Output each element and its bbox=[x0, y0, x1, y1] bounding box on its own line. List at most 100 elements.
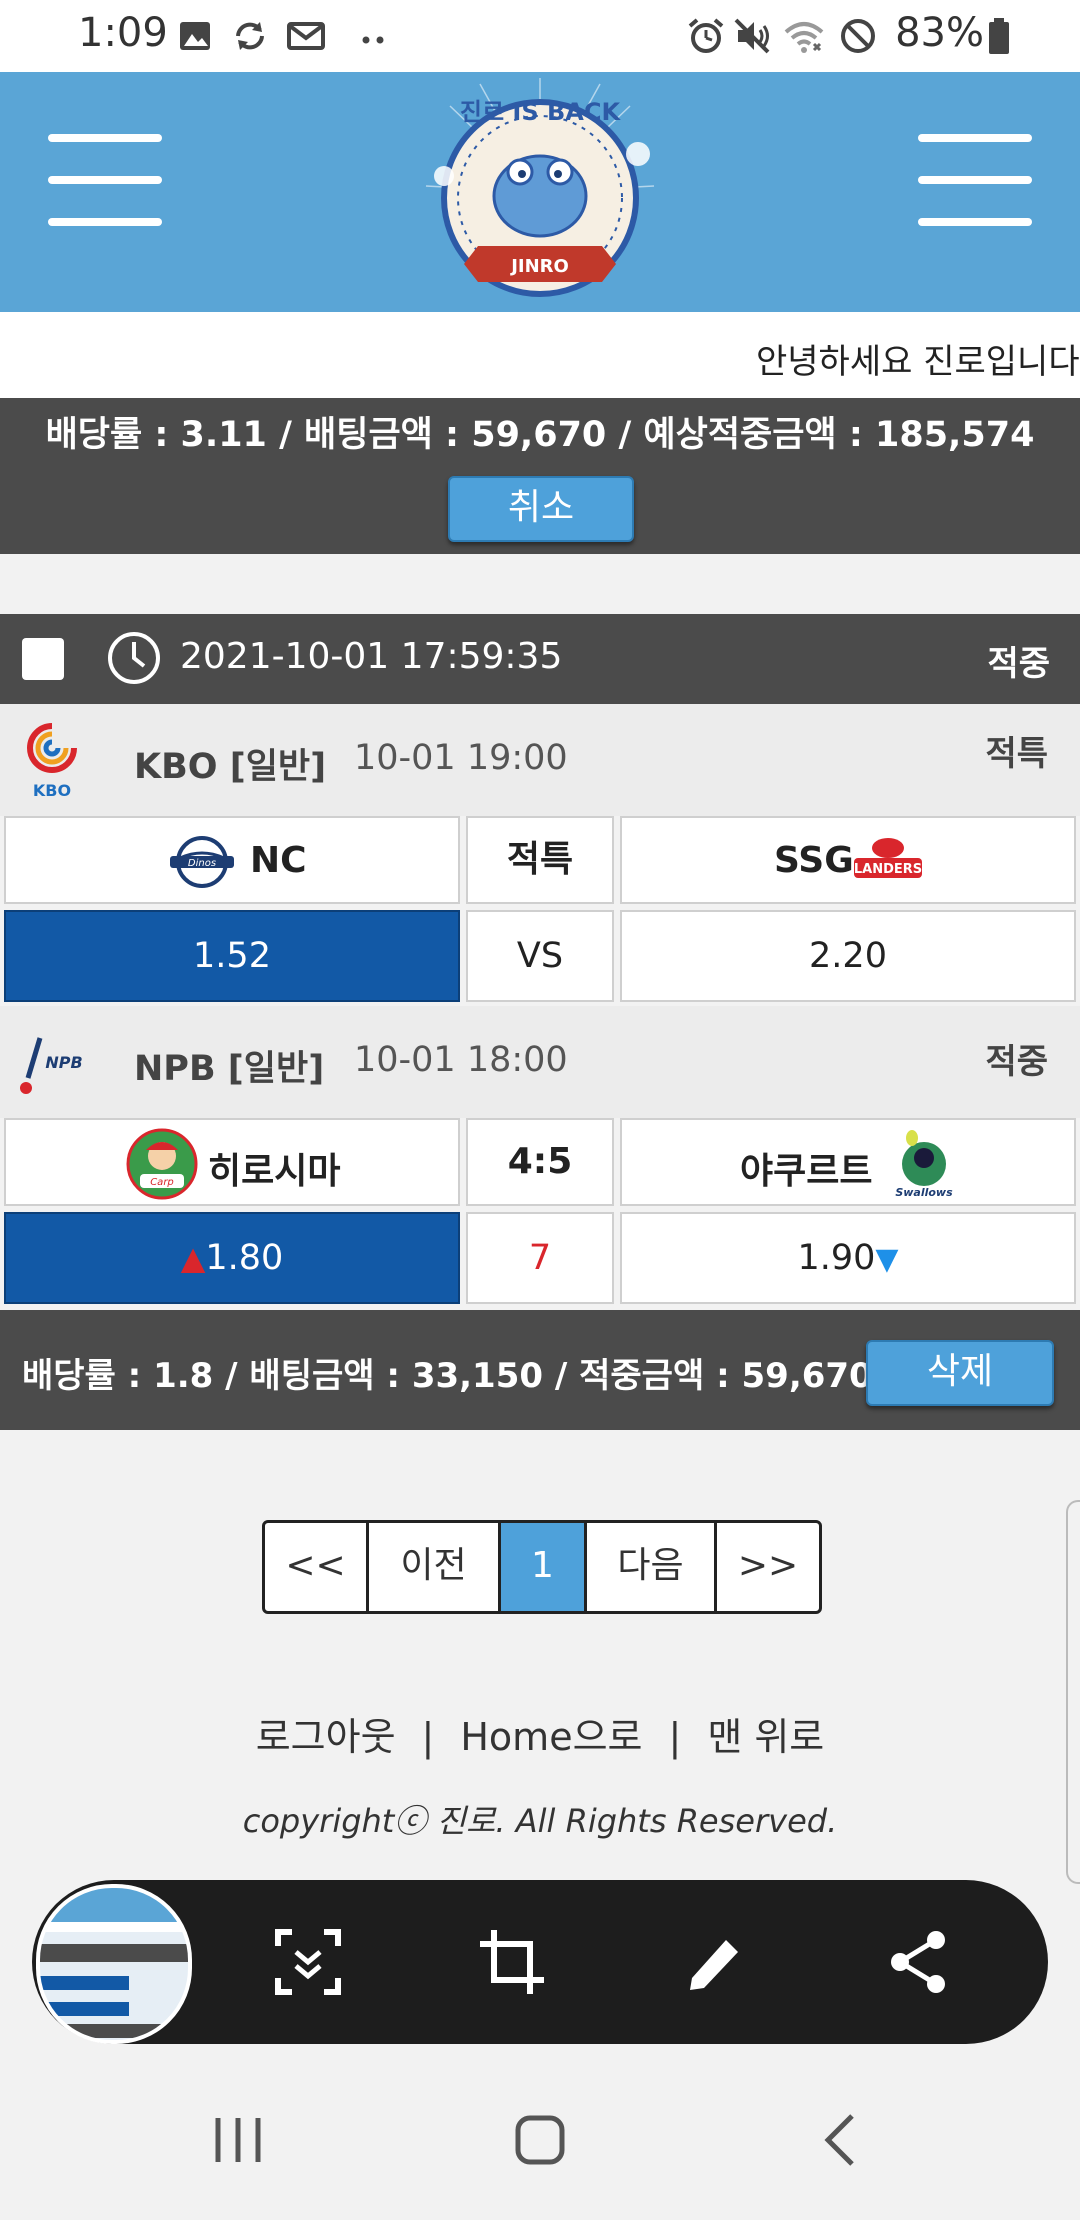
current-page[interactable]: 1 bbox=[501, 1523, 587, 1611]
home-link[interactable]: Home으로 bbox=[460, 1715, 642, 1759]
league-name: KBO [일반] bbox=[134, 747, 327, 787]
svg-text:Carp: Carp bbox=[150, 1177, 174, 1188]
footer-links: 로그아웃 | Home으로 | 맨 위로 bbox=[0, 1706, 1080, 1761]
away-odds-button[interactable]: 1.90▼ bbox=[620, 1212, 1076, 1304]
home-team-name: NC bbox=[250, 840, 307, 881]
game-center-label: 적특 bbox=[506, 839, 574, 880]
home-team-name: 히로시마 bbox=[208, 1151, 341, 1192]
battery-icon bbox=[989, 18, 1009, 54]
home-odds: 1.52 bbox=[193, 936, 271, 976]
bet-header: 2021-10-01 17:59:35 적중 bbox=[0, 614, 1080, 704]
last-page-button[interactable]: >> bbox=[717, 1523, 819, 1611]
away-odds: 2.20 bbox=[809, 936, 887, 976]
away-team-cell: SSG LANDERS bbox=[620, 816, 1076, 904]
home-odds-button[interactable]: ▲1.80 bbox=[4, 1212, 460, 1304]
away-odds-wrap: 1.90▼ bbox=[622, 1214, 1074, 1308]
home-icon[interactable] bbox=[510, 2110, 570, 2170]
away-odds-button[interactable]: 2.20 bbox=[620, 910, 1076, 1002]
svg-text:Swallows: Swallows bbox=[895, 1186, 953, 1199]
left-menu-button[interactable] bbox=[48, 134, 162, 234]
sync-icon bbox=[236, 22, 264, 50]
first-page-button[interactable]: << bbox=[265, 1523, 369, 1611]
copyright: copyrightⓒ 진로. All Rights Reserved. bbox=[242, 1802, 838, 1840]
pagination: << 이전 1 다음 >> bbox=[262, 1520, 822, 1614]
odds-down-arrow-icon: ▼ bbox=[875, 1242, 899, 1277]
home-odds: 1.80 bbox=[205, 1238, 284, 1278]
top-link[interactable]: 맨 위로 bbox=[707, 1715, 824, 1759]
edit-pen-icon[interactable] bbox=[680, 1926, 752, 1998]
logo-text-top: 진로 IS BACK bbox=[460, 98, 622, 126]
odds-up-arrow-icon: ▲ bbox=[180, 1239, 206, 1277]
share-icon[interactable] bbox=[882, 1926, 954, 1998]
notice-marquee: 안녕하세요 진로입니다 bbox=[0, 312, 1080, 398]
vs-cell: VS bbox=[466, 910, 614, 1002]
site-header: 진로 IS BACK JINRO bbox=[0, 72, 1080, 312]
league-row: NPB NPB [일반] 10-01 18:00 적중 bbox=[0, 1006, 1080, 1118]
footer-separator: | bbox=[668, 1715, 682, 1759]
right-menu-button[interactable] bbox=[918, 134, 1032, 234]
screenshot-thumbnail[interactable] bbox=[36, 1884, 192, 2044]
bet-status: 적중 bbox=[987, 644, 1050, 684]
screenshot-toolbar bbox=[32, 1880, 1048, 2044]
game-time: 10-01 18:00 bbox=[354, 1040, 568, 1080]
cancel-button[interactable]: 취소 bbox=[448, 476, 634, 542]
league-row: KBO KBO [일반] 10-01 19:00 적특 bbox=[0, 704, 1080, 816]
android-nav-bar bbox=[0, 2050, 1080, 2220]
recent-apps-icon[interactable] bbox=[208, 2110, 268, 2170]
marquee-text: 안녕하세요 진로입니다 bbox=[756, 342, 1080, 382]
home-team-cell: Carp 히로시마 bbox=[4, 1118, 460, 1206]
bet-footer-text: 배당률 : 1.8 / 배팅금액 : 33,150 / 적중금액 : 59,67… bbox=[22, 1356, 873, 1396]
next-page-button[interactable]: 다음 bbox=[587, 1523, 717, 1611]
npb-logo-text: NPB bbox=[45, 1053, 82, 1072]
mail-icon bbox=[287, 22, 325, 50]
jinro-logo[interactable]: 진로 IS BACK JINRO bbox=[420, 76, 660, 308]
bet-datetime: 2021-10-01 17:59:35 bbox=[180, 636, 563, 677]
status-time: 1:09 bbox=[78, 10, 168, 56]
prev-page-button[interactable]: 이전 bbox=[369, 1523, 501, 1611]
game-score: 4:5 bbox=[507, 1141, 573, 1182]
home-odds-wrap: ▲1.80 bbox=[6, 1214, 458, 1308]
prev-bet-summary-text: 배당률 : 3.11 / 배팅금액 : 59,670 / 예상적중금액 : 18… bbox=[45, 415, 1035, 455]
score-cell: 4:5 bbox=[466, 1118, 614, 1206]
status-bar: 1:09 83% bbox=[0, 0, 1080, 72]
draw-odds-cell: 7 bbox=[466, 1212, 614, 1304]
kbo-logo-text: KBO bbox=[33, 781, 71, 800]
away-team-name: 야쿠르트 bbox=[740, 1151, 873, 1192]
game-result: 적특 bbox=[985, 734, 1048, 774]
edge-panel-handle[interactable] bbox=[1066, 1500, 1080, 1884]
more-dots-icon bbox=[362, 36, 384, 44]
vs-label: VS bbox=[516, 936, 564, 976]
npb-logo-icon: NPB bbox=[20, 1037, 83, 1094]
game-result: 적중 bbox=[985, 1042, 1048, 1082]
footer-separator: | bbox=[421, 1715, 435, 1759]
prev-bet-summary: 배당률 : 3.11 / 배팅금액 : 59,670 / 예상적중금액 : 18… bbox=[0, 398, 1080, 554]
bet-footer: 배당률 : 1.8 / 배팅금액 : 33,150 / 적중금액 : 59,67… bbox=[0, 1310, 1080, 1430]
hiroshima-carp-logo-icon: Carp bbox=[126, 1128, 198, 1200]
svg-text:Dinos: Dinos bbox=[188, 858, 216, 869]
logout-link[interactable]: 로그아웃 bbox=[256, 1715, 396, 1759]
game-time: 10-01 19:00 bbox=[354, 738, 568, 778]
away-odds: 1.90 bbox=[797, 1238, 876, 1278]
wifi-icon bbox=[784, 22, 824, 53]
delete-button[interactable]: 삭제 bbox=[866, 1340, 1054, 1406]
draw-odds: 7 bbox=[528, 1238, 552, 1278]
bet-select-checkbox[interactable] bbox=[22, 638, 64, 680]
clock-icon bbox=[108, 632, 160, 684]
league-name: NPB [일반] bbox=[134, 1049, 325, 1089]
battery-percent: 83% bbox=[895, 10, 984, 56]
home-odds-button[interactable]: 1.52 bbox=[4, 910, 460, 1002]
crop-icon[interactable] bbox=[476, 1926, 548, 1998]
mute-icon bbox=[734, 18, 770, 54]
svg-text:LANDERS: LANDERS bbox=[854, 862, 922, 877]
ssg-landers-logo-icon: LANDERS bbox=[854, 838, 922, 878]
back-icon[interactable] bbox=[812, 2110, 872, 2170]
blocked-icon bbox=[841, 19, 875, 53]
yakult-swallows-logo-icon: Swallows bbox=[895, 1130, 953, 1199]
alarm-icon bbox=[688, 18, 724, 53]
image-icon bbox=[180, 22, 210, 50]
kbo-logo-icon: KBO bbox=[27, 723, 77, 800]
away-team-cell: 야쿠르트 Swallows bbox=[620, 1118, 1076, 1206]
scroll-capture-icon[interactable] bbox=[272, 1926, 344, 1998]
logo-ribbon-text: JINRO bbox=[509, 256, 569, 277]
away-team-name: SSG bbox=[774, 840, 854, 881]
